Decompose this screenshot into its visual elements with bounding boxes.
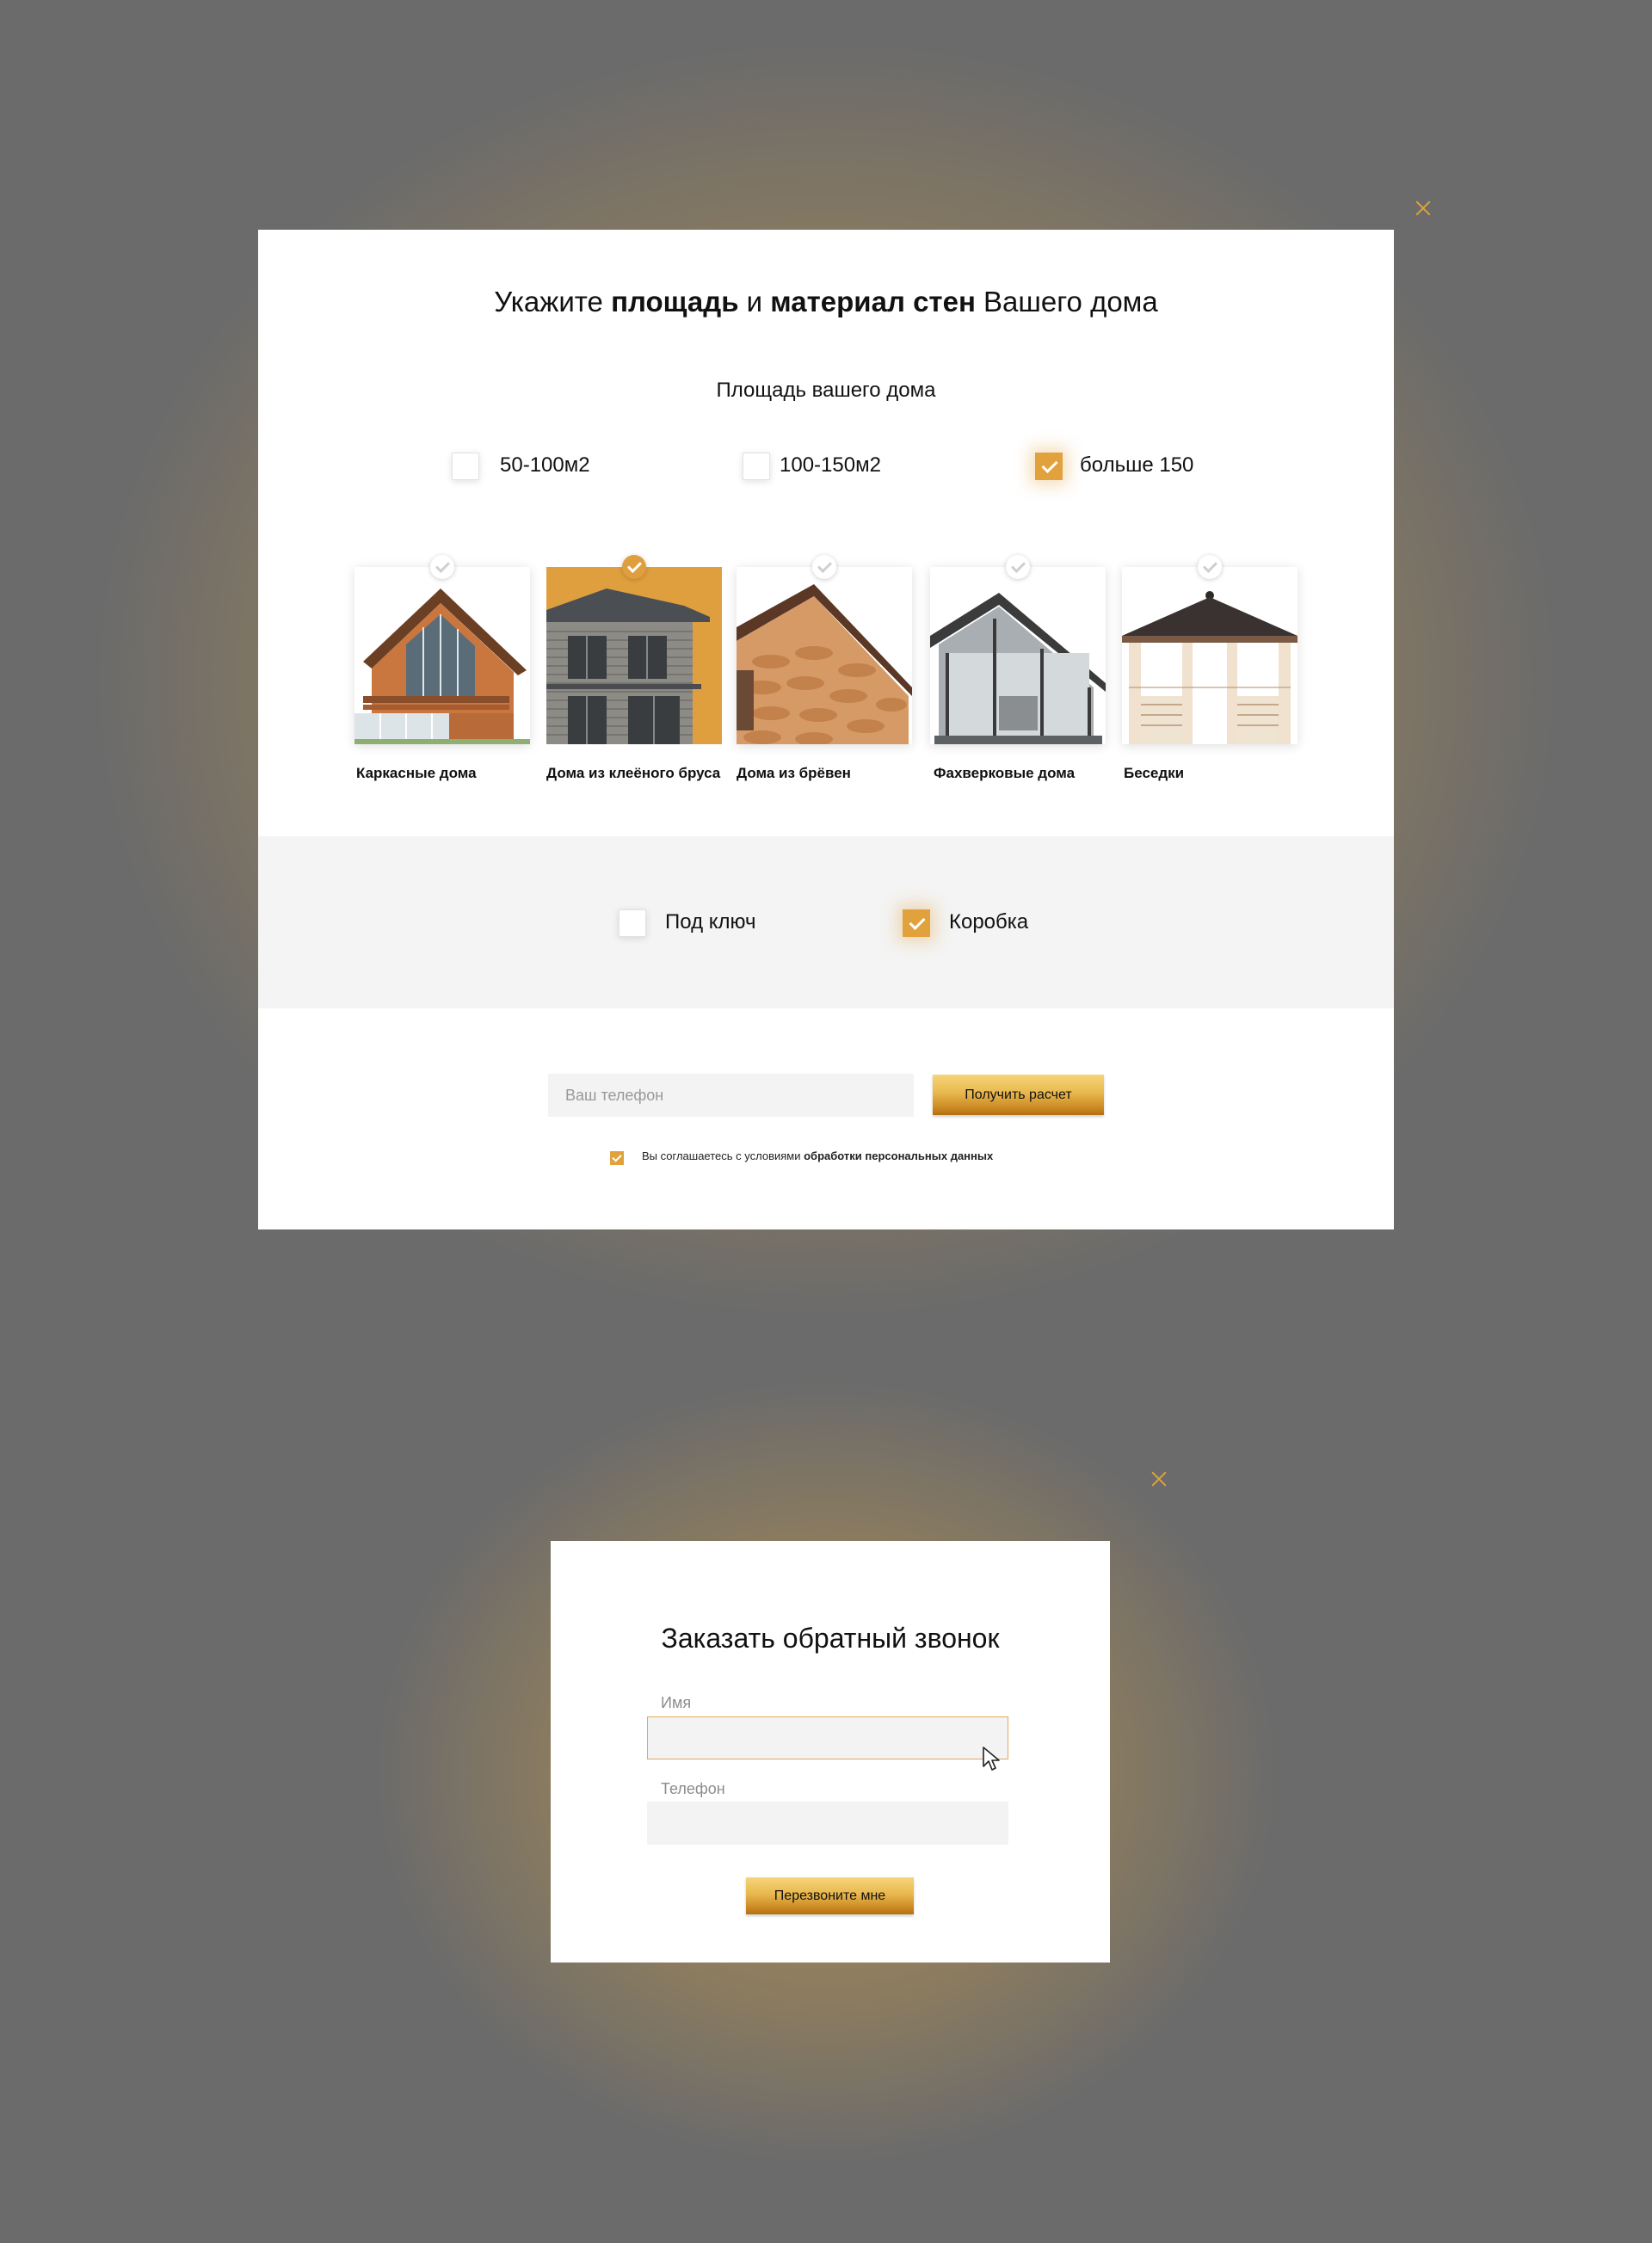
house-card-log[interactable] <box>737 555 912 744</box>
package-option-label[interactable]: Под ключ <box>665 910 756 934</box>
agree-checkbox[interactable] <box>610 1151 624 1165</box>
close-icon[interactable] <box>1150 1470 1168 1488</box>
house-card-fachwerk[interactable] <box>930 555 1106 744</box>
modal-title: Заказать обратный звонок <box>661 1623 1000 1654</box>
check-icon <box>1198 555 1222 579</box>
house-image-glued-beam <box>546 567 722 744</box>
package-option-label[interactable]: Коробка <box>949 910 1028 934</box>
call-me-button[interactable]: Перезвоните мне <box>746 1877 914 1914</box>
mouse-pointer-icon <box>983 1747 1000 1771</box>
privacy-link[interactable]: обработки персональных данных <box>804 1149 993 1162</box>
package-checkbox-box[interactable] <box>903 909 930 937</box>
name-input[interactable] <box>647 1716 1008 1759</box>
house-label-log: Дома из брёвен <box>737 765 851 781</box>
house-image-log <box>737 567 912 744</box>
area-subtitle: Площадь вашего дома <box>716 379 936 402</box>
calc-modal: Укажите площадь и материал стен Вашего д… <box>258 230 1394 1229</box>
check-icon <box>622 555 646 579</box>
area-checkbox-50-100[interactable] <box>452 453 479 480</box>
close-icon[interactable] <box>1414 199 1433 218</box>
agree-text: Вы соглашаетесь с условиями обработки пе… <box>642 1149 994 1162</box>
name-label: Имя <box>661 1694 692 1711</box>
phone-input[interactable] <box>548 1074 914 1117</box>
house-label-gazebo: Беседки <box>1124 765 1185 781</box>
house-card-frame[interactable] <box>354 555 530 744</box>
check-icon <box>812 555 836 579</box>
house-card-glued-beam[interactable] <box>546 555 722 744</box>
house-label-frame: Каркасные дома <box>356 765 477 781</box>
package-band: Под ключ Коробка <box>258 836 1394 1008</box>
area-option-label[interactable]: 100-150м2 <box>780 453 881 478</box>
get-calculation-button[interactable]: Получить расчет <box>933 1075 1104 1115</box>
modal-title: Укажите площадь и материал стен Вашего д… <box>494 286 1158 317</box>
house-image-frame <box>354 567 530 744</box>
area-option-label[interactable]: больше 150 <box>1080 453 1193 478</box>
callback-modal: Заказать обратный звонок Имя Телефон Пер… <box>551 1541 1110 1963</box>
check-icon <box>1006 555 1030 579</box>
area-checkbox-100-150[interactable] <box>743 453 770 480</box>
house-card-gazebo[interactable] <box>1122 555 1298 744</box>
house-image-fachwerk <box>930 567 1106 744</box>
area-checkbox-150-plus[interactable] <box>1035 453 1063 480</box>
phone-label: Телефон <box>661 1780 725 1797</box>
phone-input[interactable] <box>647 1802 1008 1845</box>
house-label-glued-beam: Дома из клеёного бруса <box>546 765 721 781</box>
check-icon <box>430 555 454 579</box>
package-checkbox-turnkey[interactable] <box>619 909 646 937</box>
house-image-gazebo <box>1122 567 1298 744</box>
area-option-label[interactable]: 50-100м2 <box>500 453 590 478</box>
house-label-fachwerk: Фахверковые дома <box>934 765 1076 781</box>
